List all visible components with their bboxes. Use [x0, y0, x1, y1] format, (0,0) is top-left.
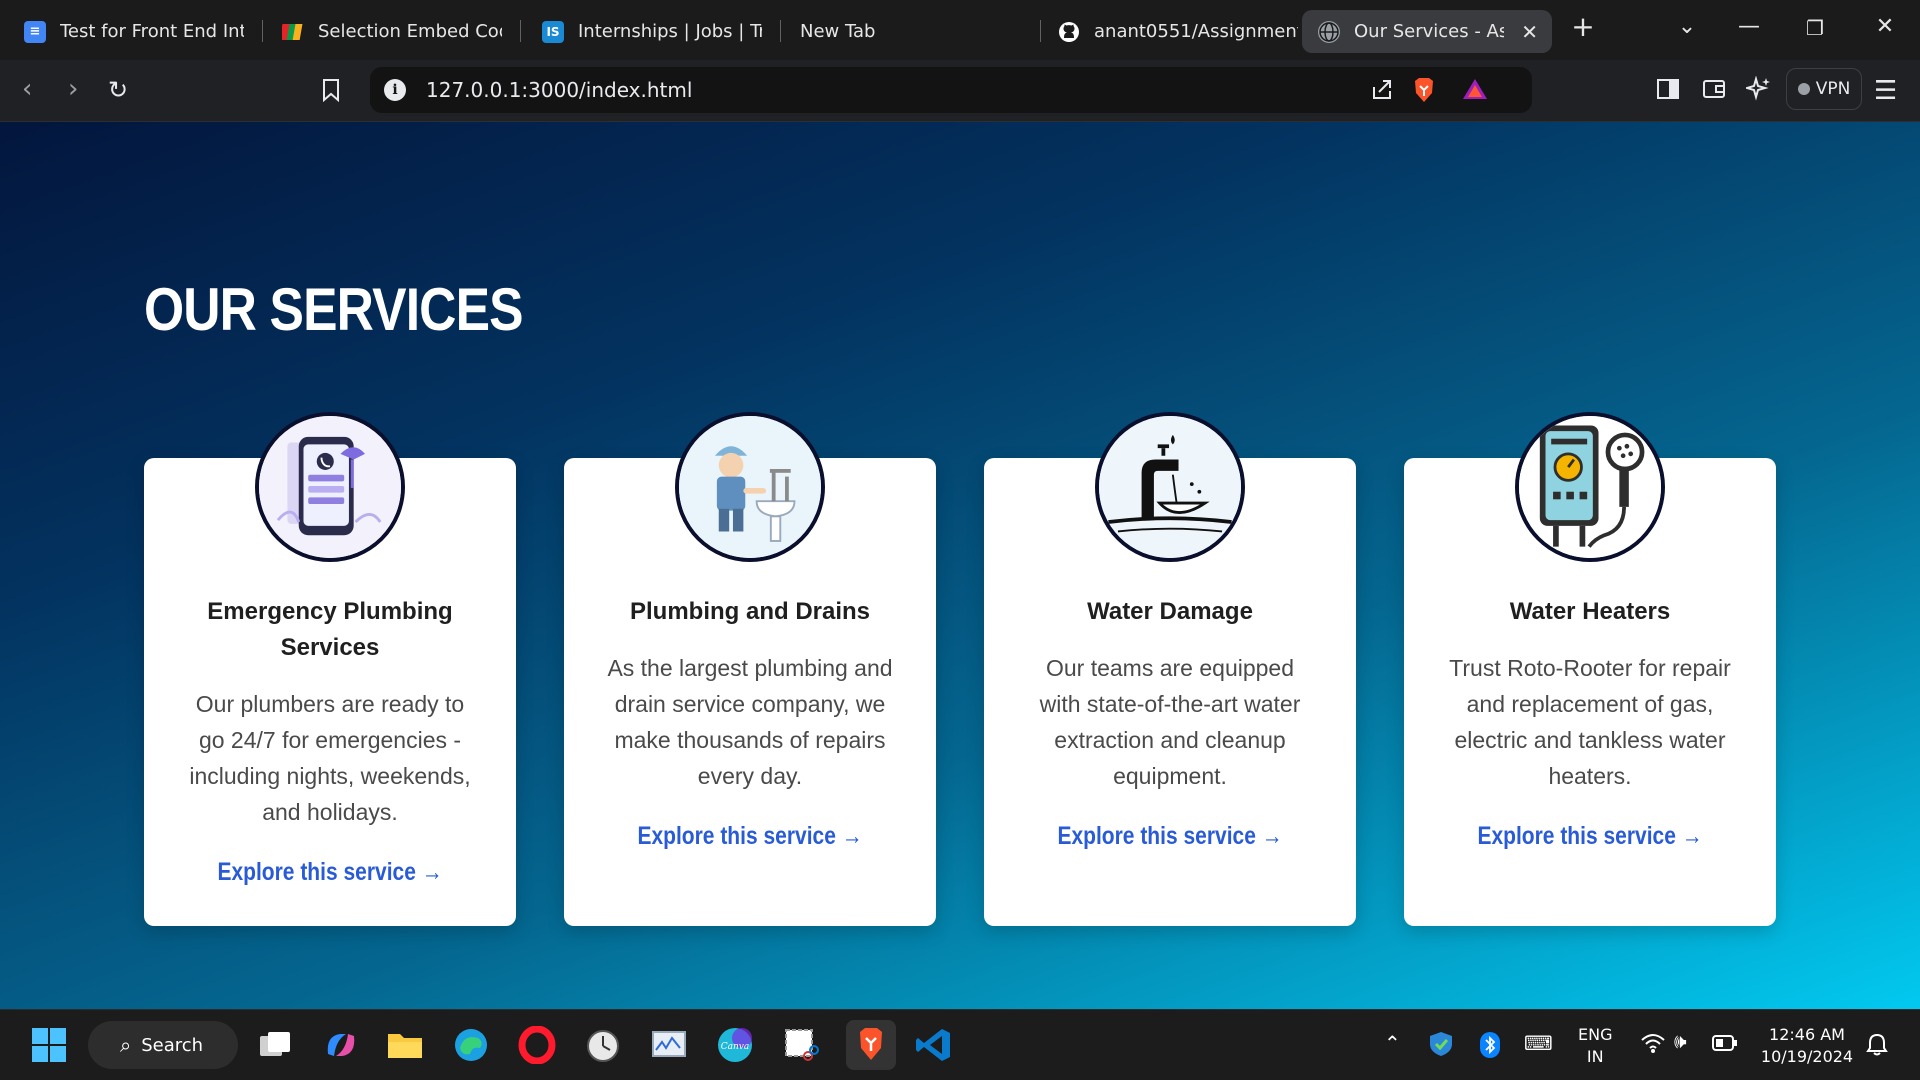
- water-heater-icon: [1515, 412, 1665, 562]
- card-description: Our plumbers are ready to go 24/7 for em…: [189, 691, 471, 825]
- tab-internshala[interactable]: IS Internships | Jobs | Train: [542, 10, 762, 53]
- brave-rewards-icon[interactable]: [1462, 77, 1488, 107]
- vscode-icon[interactable]: [914, 1026, 952, 1064]
- card-title: Water Damage: [1087, 598, 1253, 625]
- clock-app-icon[interactable]: [584, 1026, 622, 1064]
- reload-icon[interactable]: ↻: [108, 76, 128, 104]
- card-description: Trust Roto-Rooter for repair and replace…: [1449, 655, 1731, 789]
- card-description: As the largest plumbing and drain servic…: [607, 655, 893, 789]
- card-description: Our teams are equipped with state-of-the…: [1039, 655, 1301, 789]
- close-tab-icon[interactable]: ✕: [1521, 20, 1538, 44]
- tab-title: New Tab: [800, 21, 876, 42]
- tab-strip: ≡ Test for Front End Intern Selection Em…: [0, 0, 1920, 60]
- task-view-icon[interactable]: [256, 1026, 294, 1064]
- sidebar-icon[interactable]: [1656, 78, 1680, 106]
- close-window-button[interactable]: ✕: [1870, 14, 1900, 39]
- bookmark-icon[interactable]: [322, 78, 340, 109]
- edge-icon[interactable]: [452, 1026, 490, 1064]
- card-title: Emergency Plumbing Services: [207, 598, 453, 661]
- volume-icon[interactable]: 🕪: [1674, 1030, 1687, 1052]
- explore-service-link[interactable]: Explore this service →: [1404, 822, 1776, 851]
- tab-title: anant0551/Assignment: [1094, 21, 1298, 42]
- tab-github-assignment[interactable]: anant0551/Assignment: [1058, 10, 1298, 53]
- copilot-icon[interactable]: [322, 1026, 360, 1064]
- explore-service-link[interactable]: Explore this service →: [144, 858, 516, 887]
- brave-shields-icon[interactable]: [1412, 77, 1436, 109]
- service-card-water-heaters: Water Heaters Trust Roto-Rooter for repa…: [1404, 412, 1776, 926]
- brave-browser-icon[interactable]: [846, 1020, 896, 1070]
- opera-icon[interactable]: [518, 1025, 556, 1065]
- phone-icon: [255, 412, 405, 562]
- back-icon[interactable]: ‹: [22, 74, 32, 104]
- address-bar[interactable]: i 127.0.0.1:3000/index.html: [370, 67, 1532, 113]
- services-page: OUR SERVICES Emergency Plumbing Services…: [0, 122, 1920, 1009]
- keyboard-icon[interactable]: ⌨: [1524, 1032, 1553, 1054]
- forward-icon[interactable]: ›: [68, 74, 78, 104]
- vpn-button[interactable]: VPN: [1786, 68, 1862, 110]
- vpn-label: VPN: [1815, 79, 1851, 99]
- page-title: OUR SERVICES: [144, 276, 524, 343]
- service-card-plumbing-drains: Plumbing and Drains As the largest plumb…: [564, 412, 936, 926]
- wallet-icon[interactable]: [1702, 78, 1726, 106]
- notification-bell-icon[interactable]: [1866, 1032, 1888, 1060]
- vpn-status-icon: [1797, 83, 1810, 95]
- windows-start-icon[interactable]: [30, 1026, 68, 1064]
- leo-ai-icon[interactable]: [1743, 75, 1772, 108]
- defender-shield-icon[interactable]: [1428, 1030, 1454, 1064]
- explore-service-link[interactable]: Explore this service →: [564, 822, 936, 851]
- tab-separator: [780, 20, 781, 42]
- tab-selection-embed[interactable]: Selection Embed Code: [282, 10, 502, 53]
- tab-test-for-front-end[interactable]: ≡ Test for Front End Intern: [24, 10, 244, 53]
- browser-toolbar: ‹ › ↻ i 127.0.0.1:3000/index.html VPN ☰: [0, 60, 1920, 122]
- tab-our-services[interactable]: Our Services - Assi ✕: [1302, 10, 1552, 53]
- tab-title: Internships | Jobs | Train: [578, 21, 762, 42]
- tab-separator: [520, 20, 521, 42]
- globe-icon: [1318, 20, 1340, 43]
- explore-service-link[interactable]: Explore this service →: [984, 822, 1356, 851]
- card-title: Water Heaters: [1509, 598, 1671, 625]
- canva-icon[interactable]: Canva: [716, 1026, 754, 1064]
- wifi-icon[interactable]: [1640, 1032, 1666, 1058]
- tab-new-tab[interactable]: New Tab: [800, 10, 1020, 53]
- snipping-tool-icon[interactable]: [782, 1026, 820, 1064]
- tab-separator: [1040, 20, 1041, 42]
- docs-icon: ≡: [24, 20, 46, 43]
- restore-button[interactable]: ❐: [1800, 16, 1830, 40]
- minimize-button[interactable]: —: [1734, 14, 1764, 39]
- internshala-icon: IS: [542, 20, 564, 43]
- file-explorer-icon[interactable]: [386, 1026, 424, 1064]
- service-card-water-damage: Water Damage Our teams are equipped with…: [984, 412, 1356, 926]
- clock[interactable]: 12:46 AM 10/19/2024: [1752, 1024, 1862, 1068]
- show-hidden-icons-chevron[interactable]: ⌃: [1384, 1032, 1401, 1054]
- tab-search-chevron-icon[interactable]: ⌄: [1672, 14, 1702, 39]
- zoho-icon: [282, 21, 304, 43]
- share-icon[interactable]: [1370, 77, 1394, 107]
- new-tab-button[interactable]: +: [1568, 10, 1598, 43]
- plumber-icon: [675, 412, 825, 562]
- taskbar-search[interactable]: ⌕ Search: [88, 1021, 238, 1069]
- language-indicator[interactable]: ENG IN: [1578, 1024, 1612, 1068]
- monitor-app-icon[interactable]: [650, 1026, 688, 1064]
- battery-icon[interactable]: [1712, 1034, 1738, 1058]
- tab-title: Our Services - Assi: [1354, 21, 1504, 42]
- github-icon: [1058, 21, 1080, 43]
- site-info-icon[interactable]: i: [384, 79, 406, 101]
- menu-icon[interactable]: ☰: [1874, 76, 1897, 106]
- search-label: Search: [141, 1034, 204, 1056]
- svg-text:Canva: Canva: [721, 1042, 750, 1052]
- tab-title: Selection Embed Code: [318, 21, 502, 42]
- search-icon: ⌕: [120, 1033, 132, 1057]
- bluetooth-icon[interactable]: [1480, 1032, 1500, 1064]
- faucet-icon: [1095, 412, 1245, 562]
- tab-title: Test for Front End Intern: [60, 21, 244, 42]
- url-text: 127.0.0.1:3000/index.html: [426, 78, 693, 102]
- windows-taskbar: ⌕ Search Canva ⌃ ⌨ ENG IN 🕪 12:46 AM 10/…: [0, 1009, 1920, 1080]
- card-title: Plumbing and Drains: [629, 598, 871, 625]
- tab-separator: [262, 20, 263, 42]
- service-card-emergency: Emergency Plumbing Services Our plumbers…: [144, 412, 516, 926]
